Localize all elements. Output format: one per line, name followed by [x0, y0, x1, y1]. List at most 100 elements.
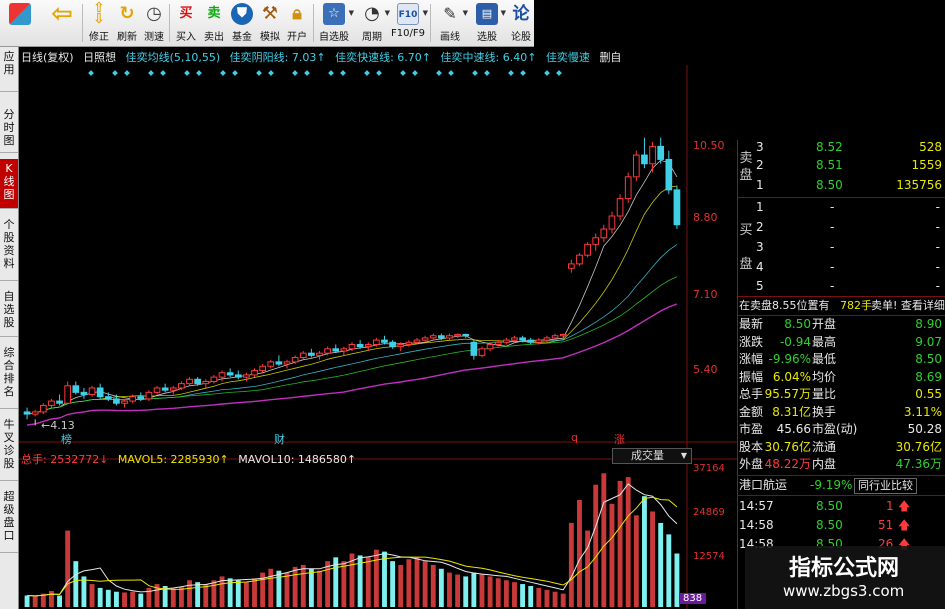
- volume-bar: [89, 584, 95, 607]
- buy-row[interactable]: 5 - -: [738, 278, 945, 295]
- tab-apps[interactable]: 应用: [0, 47, 18, 92]
- sell-row[interactable]: 2 8.51 1559: [738, 157, 945, 174]
- volume-bar: [536, 587, 542, 607]
- refresh-button[interactable]: ↻ 刷新: [114, 1, 140, 45]
- speedtest-button[interactable]: ◷ 测速: [141, 1, 167, 45]
- volume-bar: [658, 522, 664, 607]
- stat-row: 外盘 48.22万 内盘 47.36万: [739, 457, 942, 471]
- event-marker[interactable]: 财: [274, 431, 285, 447]
- fix-button[interactable]: ⇧ ⇩ 修正: [86, 1, 112, 45]
- sell-row[interactable]: 1 8.50 135756: [738, 177, 945, 194]
- tab-intraday[interactable]: 分时图: [0, 105, 18, 153]
- stock-picker-button[interactable]: ▤ ▼ 选股: [470, 1, 506, 45]
- volume-bar: [284, 572, 290, 607]
- volume-bar: [300, 564, 306, 607]
- signal-dot: [112, 70, 118, 76]
- signal-dot: [232, 70, 238, 76]
- buy-row[interactable]: 2 - -: [738, 219, 945, 236]
- simulate-button[interactable]: ⚒ 模拟: [257, 1, 283, 45]
- kline-chart[interactable]: 日线(复权) 日照想 佳奕均线(5,10,55) 佳奕阴阳线: 7.03↑ 佳奕…: [19, 47, 737, 609]
- candle-body: [657, 145, 665, 160]
- candle-body: [178, 383, 185, 389]
- indicator-mid[interactable]: 佳奕中速线: 6.40↑: [441, 51, 537, 64]
- stat-row: 股本 30.76亿 流通 30.76亿: [739, 439, 942, 454]
- candle-body: [381, 339, 388, 343]
- candle-body: [39, 404, 47, 413]
- stat-row: 最新 8.50 开盘 8.90: [739, 317, 942, 331]
- draw-line-button[interactable]: ✎ ▼ 画线: [434, 1, 468, 45]
- buy-row[interactable]: 3 - -: [738, 239, 945, 256]
- volume-bar: [341, 561, 347, 607]
- volume-bar: [406, 559, 412, 607]
- mavol10: MAVOL10: 1486580↑: [238, 453, 357, 466]
- stat-row: 涨跌 -0.94 最高 9.07: [739, 334, 942, 349]
- event-marker[interactable]: 涨: [614, 431, 625, 447]
- candle-body: [153, 387, 161, 393]
- chevron-down-icon: ▼: [500, 9, 506, 17]
- volume-bar: [577, 500, 582, 607]
- volume-bar: [81, 576, 87, 607]
- tab-level2[interactable]: 超级盘口: [0, 487, 18, 553]
- volume-bar: [487, 576, 493, 607]
- volume-bar: [373, 549, 379, 607]
- order-alert[interactable]: 在卖盘8.55位置有 782手 卖单! 查看详细: [738, 297, 945, 314]
- volume-bar: [317, 570, 322, 607]
- f10-button[interactable]: F10 ▼ F10/F9: [390, 1, 428, 45]
- volume-bar: [633, 515, 639, 607]
- tab-kline[interactable]: K线图: [0, 159, 18, 209]
- signal-dot: [340, 70, 346, 76]
- back-button[interactable]: ⇦: [46, 1, 78, 45]
- indicator-name[interactable]: 日照想: [83, 51, 116, 64]
- indicator-slow[interactable]: 佳奕慢速: [546, 51, 590, 64]
- indicator-period[interactable]: 日线(复权): [21, 51, 74, 64]
- sell-row[interactable]: 3 8.52 528: [738, 139, 945, 156]
- candle-body: [624, 176, 632, 200]
- volume-bar: [113, 591, 119, 607]
- indicator-yinyang[interactable]: 佳奕阴阳线: 7.03↑: [230, 51, 326, 64]
- indicator-ma[interactable]: 佳奕均线(5,10,55): [126, 51, 221, 64]
- volume-bar: [48, 590, 54, 607]
- indicator-bar: 日线(复权) 日照想 佳奕均线(5,10,55) 佳奕阴阳线: 7.03↑ 佳奕…: [21, 49, 627, 65]
- sector-row[interactable]: 港口航运 -9.19% 同行业比较: [738, 477, 945, 494]
- candle-body: [364, 343, 372, 348]
- candle-body: [80, 391, 88, 396]
- indicator-select[interactable]: 成交量 ▼: [612, 448, 692, 464]
- buy-row[interactable]: 4 - -: [738, 259, 945, 276]
- tab-stock-info[interactable]: 个股资料: [0, 215, 18, 281]
- volume-bar: [57, 595, 62, 607]
- left-tab-bar: 应用 分时图 K线图 个股资料 自选股 综合排名 牛叉诊股 超级盘口: [0, 47, 19, 609]
- tab-watchlist[interactable]: 自选股: [0, 287, 18, 337]
- volume-bar: [593, 484, 599, 607]
- event-marker[interactable]: q: [571, 431, 578, 444]
- watchlist-button[interactable]: ☆ ▼ 自选股: [316, 1, 354, 45]
- chevron-down-icon: ▼: [422, 9, 428, 17]
- fund-button[interactable]: ⛊ 基金: [229, 1, 255, 45]
- indicator-delete[interactable]: 删自: [599, 51, 621, 64]
- period-button[interactable]: ◔ ▼ 周期: [356, 1, 390, 45]
- indicator-fast[interactable]: 佳奕快速线: 6.70↑: [335, 51, 431, 64]
- sell-button[interactable]: 卖 卖出: [201, 1, 227, 45]
- signal-dot: [448, 70, 454, 76]
- grid-button[interactable]: [4, 1, 36, 45]
- forum-button[interactable]: 论 论股: [508, 1, 534, 45]
- candle-body: [316, 352, 323, 356]
- candle-body: [551, 335, 559, 339]
- back-arrow-icon: ⇦: [51, 0, 73, 29]
- open-account-button[interactable]: 🔒︎ 开户: [284, 1, 310, 45]
- volume-bar: [528, 585, 534, 607]
- candle-body: [600, 228, 608, 239]
- buy-row[interactable]: 1 - -: [738, 199, 945, 216]
- candle-body: [486, 343, 494, 350]
- buy-button[interactable]: 买 买入: [173, 1, 199, 45]
- tab-diagnosis[interactable]: 牛叉诊股: [0, 415, 18, 481]
- refresh-icon: ↻: [119, 3, 135, 24]
- volume-bar: [422, 561, 428, 607]
- signal-dot: [256, 70, 262, 76]
- kline-canvas: [19, 65, 737, 609]
- volume-bar: [463, 576, 469, 607]
- event-marker[interactable]: 榜: [61, 431, 72, 447]
- period-icon: ◔: [364, 3, 380, 24]
- tab-ranking[interactable]: 综合排名: [0, 343, 18, 409]
- candle-body: [454, 333, 461, 337]
- candle-body: [405, 341, 413, 345]
